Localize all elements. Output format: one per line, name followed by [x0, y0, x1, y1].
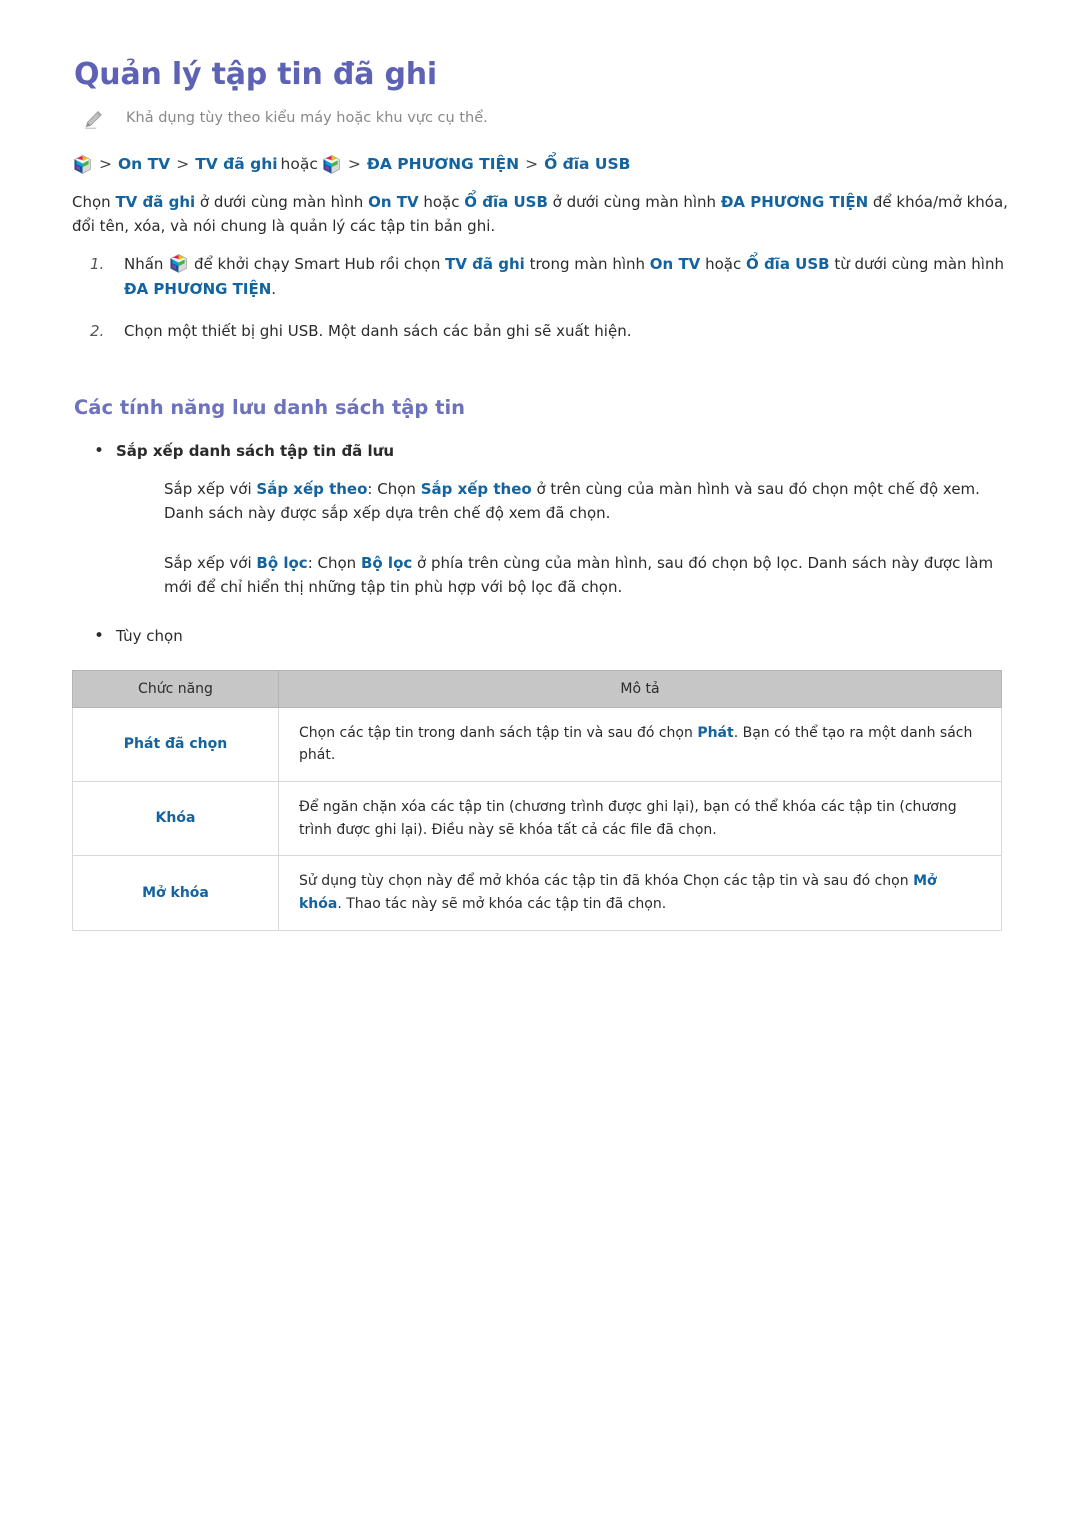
filter-paragraph: Sắp xếp với Bộ lọc: Chọn Bộ lọc ở phía t… — [164, 551, 1020, 600]
step1-part-5: từ dưới cùng màn hình — [829, 255, 1004, 274]
options-table: Chức năng Mô tả Phát đã chọn Chọn các tậ… — [72, 669, 1002, 931]
breadcrumb-separator-4: > — [525, 154, 539, 173]
bullet-item-options: Tùy chọn — [72, 623, 1020, 650]
bullet-label-sort: Sắp xếp danh sách tập tin đã lưu — [116, 441, 395, 460]
breadcrumb-item-on-tv[interactable]: On TV — [118, 153, 170, 176]
document-page: Quản lý tập tin đã ghi Khả dụng tùy theo… — [0, 0, 1080, 931]
filter-bold-1: Bộ lọc — [256, 554, 308, 573]
sortby-part-2: : Chọn — [367, 479, 421, 498]
step1-part-3: trong màn hình — [524, 255, 650, 274]
step-item-1: 1. Nhấn để khởi chạy Smart Hub rồi chọn T… — [72, 252, 1020, 301]
row3-desc-part-1: Sử dụng tùy chọn này để mở khóa các tập … — [299, 873, 914, 890]
step1-part-6: . — [271, 279, 277, 298]
step1-part-4: hoặc — [700, 255, 746, 274]
steps-list: 1. Nhấn để khởi chạy Smart Hub rồi chọn T… — [72, 252, 1020, 343]
smart-hub-cube-icon — [323, 154, 340, 174]
step1-bold-da-phuong-tien: ĐA PHƯƠNG TIỆN — [124, 279, 272, 298]
page-title: Quản lý tập tin đã ghi — [74, 57, 437, 92]
table-row: Khóa Để ngăn chặn xóa các tập tin (chươn… — [72, 781, 1002, 857]
sortby-bold-1: Sắp xếp theo — [256, 479, 368, 498]
step1-bold-on-tv: On TV — [649, 255, 701, 274]
table-header-description: Mô tả — [278, 669, 1002, 708]
step-item-2: 2. Chọn một thiết bị ghi USB. Một danh sá… — [72, 319, 1020, 343]
table-cell-function-phat-da-chon: Phát đã chọn — [72, 706, 279, 783]
intro-paragraph: Chọn TV đã ghi ở dưới cùng màn hình On T… — [72, 190, 1020, 239]
intro-bold-tv-da-ghi: TV đã ghi — [115, 192, 196, 211]
table-cell-desc-khoa: Để ngăn chặn xóa các tập tin (chương trì… — [278, 781, 1002, 857]
filter-bold-2: Bộ lọc — [360, 554, 413, 573]
row3-desc-part-2: . Thao tác này sẽ mở khóa các tập tin đã… — [337, 896, 667, 913]
table-cell-desc-mo-khoa: Sử dụng tùy chọn này để mở khóa các tập … — [278, 855, 1002, 931]
intro-part-1: Chọn — [72, 192, 116, 211]
step1-bold-o-dia-usb: Ổ đĩa USB — [745, 255, 830, 274]
breadcrumb-conjunction: hoặc — [280, 154, 318, 173]
table-head: Chức năng Mô tả — [72, 669, 1002, 708]
table-header-row: Chức năng Mô tả — [72, 669, 1002, 708]
features-bullet-list: Sắp xếp danh sách tập tin đã lưu Sắp xếp… — [72, 438, 1020, 650]
bullet-item-sort: Sắp xếp danh sách tập tin đã lưu Sắp xếp… — [72, 438, 1020, 600]
breadcrumb-separator-2: > — [176, 154, 190, 173]
step1-bold-tv-da-ghi: TV đã ghi — [445, 255, 525, 274]
breadcrumb-item-da-phuong-tien[interactable]: ĐA PHƯƠNG TIỆN — [367, 153, 519, 176]
breadcrumb-separator-3: > — [347, 154, 361, 173]
sort-by-paragraph: Sắp xếp với Sắp xếp theo: Chọn Sắp xếp t… — [164, 477, 1020, 526]
table-cell-function-khoa: Khóa — [72, 781, 279, 857]
filter-part-1: Sắp xếp với — [164, 554, 257, 573]
table-row: Phát đã chọn Chọn các tập tin trong danh… — [72, 706, 1002, 783]
table-header-function: Chức năng — [72, 669, 279, 708]
row1-desc-bold: Phát — [697, 724, 734, 741]
intro-bold-o-dia-usb: Ổ đĩa USB — [464, 192, 548, 211]
breadcrumb-separator-1: > — [99, 154, 112, 173]
table-cell-function-mo-khoa: Mở khóa — [72, 855, 279, 931]
table-body: Phát đã chọn Chọn các tập tin trong danh… — [72, 706, 1002, 931]
breadcrumb: > On TV > TV đã ghi hoặc > ĐA PHƯƠNG TIỆ… — [72, 153, 1020, 176]
breadcrumb-item-tv-da-ghi[interactable]: TV đã ghi — [195, 153, 277, 176]
note-text: Khả dụng tùy theo kiểu máy hoặc khu vực … — [126, 109, 488, 126]
row1-desc-part-1: Chọn các tập tin trong danh sách tập tin… — [299, 724, 698, 741]
pencil-icon — [82, 109, 104, 131]
sortby-part-1: Sắp xếp với — [164, 479, 257, 498]
step1-part-2: để khởi chạy Smart Hub rồi chọn — [189, 255, 446, 274]
step1-part-1: Nhấn — [124, 255, 169, 274]
step2-text: Chọn một thiết bị ghi USB. Một danh sách… — [124, 321, 632, 340]
intro-part-3: hoặc — [418, 192, 465, 211]
intro-part-4: ở dưới cùng màn hình — [547, 192, 721, 211]
breadcrumb-item-o-dia-usb[interactable]: Ổ đĩa USB — [544, 153, 630, 176]
bullet-label-options: Tùy chọn — [116, 626, 183, 645]
note-row: Khả dụng tùy theo kiểu máy hoặc khu vực … — [82, 108, 1020, 131]
intro-bold-on-tv: On TV — [368, 192, 419, 211]
step-number-1: 1. — [90, 255, 105, 274]
intro-bold-da-phuong-tien: ĐA PHƯƠNG TIỆN — [720, 192, 869, 211]
smart-hub-cube-icon — [74, 154, 91, 174]
table-row: Mở khóa Sử dụng tùy chọn này để mở khóa … — [72, 855, 1002, 931]
table-cell-desc-phat-da-chon: Chọn các tập tin trong danh sách tập tin… — [278, 706, 1002, 783]
row2-desc-part-1: Để ngăn chặn xóa các tập tin (chương trì… — [299, 799, 957, 838]
section-title: Các tính năng lưu danh sách tập tin — [74, 396, 466, 420]
sortby-bold-2: Sắp xếp theo — [420, 479, 532, 498]
intro-part-2: ở dưới cùng màn hình — [195, 192, 369, 211]
filter-part-2: : Chọn — [307, 554, 361, 573]
smart-hub-cube-icon — [170, 254, 187, 274]
step-number-2: 2. — [90, 321, 105, 340]
